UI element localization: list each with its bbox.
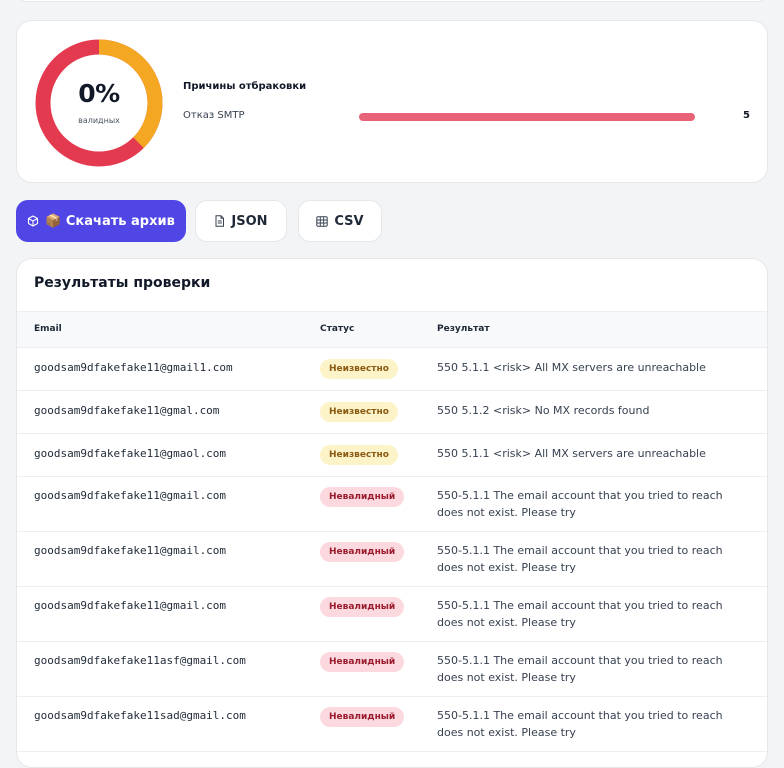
table-row: goodsam9dfakefake11@gmail.com Невалидный 5… (17, 587, 767, 642)
cube-icon (27, 215, 39, 227)
json-label: JSON (231, 213, 268, 229)
stats-card: 0% валидных Причины отбраковки Отказ SMT… (16, 20, 768, 183)
validity-donut: 0% валидных (35, 39, 163, 167)
column-status: Статус (320, 324, 355, 334)
column-result: Результат (437, 324, 490, 334)
email-cell: goodsam9dfakefake11@gmail.com (34, 599, 227, 612)
result-cell: 550 5.1.1 <risk> All MX servers are unre… (437, 361, 706, 374)
email-cell: goodsam9dfakefake11@gmail.com (34, 489, 227, 502)
email-cell: goodsam9dfakefake11@gmail.com (34, 544, 227, 557)
status-badge: Невалидный (320, 542, 405, 562)
table-row: goodsam9dfakefake11@gmail1.com Неизвестно… (17, 348, 767, 391)
email-cell: goodsam9dfakefake11@gmal.com (34, 404, 220, 417)
reason-count-smtp: 5 (743, 110, 750, 121)
table-row: goodsam9dfakefake11@gmail.com Невалидный 5… (17, 532, 767, 587)
column-email: Email (34, 324, 62, 334)
results-title: Результаты проверки (34, 275, 211, 291)
status-badge: Невалидный (320, 487, 405, 507)
file-icon (214, 215, 225, 227)
table-row: goodsam9dfakefake11@gmail.com Невалидный 5… (17, 477, 767, 532)
status-badge: Невалидный (320, 597, 405, 617)
table-row: goodsam9dfakefake11asf@gmail.com Невалидн… (17, 642, 767, 697)
download-archive-label: 📦 Скачать архив (45, 213, 175, 229)
status-badge: Неизвестно (320, 445, 398, 465)
valid-percent: 0% (78, 79, 120, 108)
table-header: Email Статус Результат (17, 311, 767, 348)
result-cell: 550-5.1.1 The email account that you tri… (437, 544, 723, 574)
email-cell: goodsam9dfakefake11asf@gmail.com (34, 654, 246, 667)
csv-button[interactable]: CSV (298, 200, 382, 242)
result-cell: 550-5.1.1 The email account that you tri… (437, 599, 723, 629)
table-row: goodsam9dfakefake11sad@gmail.com Невалидн… (17, 697, 767, 752)
status-badge: Неизвестно (320, 359, 398, 379)
previous-card (16, 0, 768, 2)
table-row: goodsam9dfakefake11@gmaol.com Неизвестно 5… (17, 434, 767, 477)
reason-label-smtp: Отказ SMTP (183, 110, 245, 121)
result-cell: 550-5.1.1 The email account that you tri… (437, 709, 723, 739)
table-row: goodsam9dfakefake11@gmal.com Неизвестно 55… (17, 391, 767, 434)
status-badge: Неизвестно (320, 402, 398, 422)
json-button[interactable]: JSON (195, 200, 287, 242)
status-badge: Невалидный (320, 652, 405, 672)
reason-bar-fill (359, 113, 695, 121)
result-cell: 550-5.1.1 The email account that you tri… (437, 654, 723, 684)
result-cell: 550-5.1.1 The email account that you tri… (437, 489, 723, 519)
csv-label: CSV (334, 213, 364, 229)
reason-bar-smtp (359, 113, 695, 121)
table-icon (316, 215, 329, 227)
email-cell: goodsam9dfakefake11@gmail1.com (34, 361, 233, 374)
results-card: Результаты проверки Email Статус Результ… (16, 258, 768, 768)
email-cell: goodsam9dfakefake11@gmaol.com (34, 447, 227, 460)
result-cell: 550 5.1.2 <risk> No MX records found (437, 404, 650, 417)
email-cell: goodsam9dfakefake11sad@gmail.com (34, 709, 246, 722)
result-cell: 550 5.1.1 <risk> All MX servers are unre… (437, 447, 706, 460)
download-archive-button[interactable]: 📦 Скачать архив (16, 200, 186, 242)
status-badge: Невалидный (320, 707, 405, 727)
rejection-reasons-title: Причины отбраковки (183, 81, 307, 92)
valid-percent-label: валидных (78, 116, 120, 125)
